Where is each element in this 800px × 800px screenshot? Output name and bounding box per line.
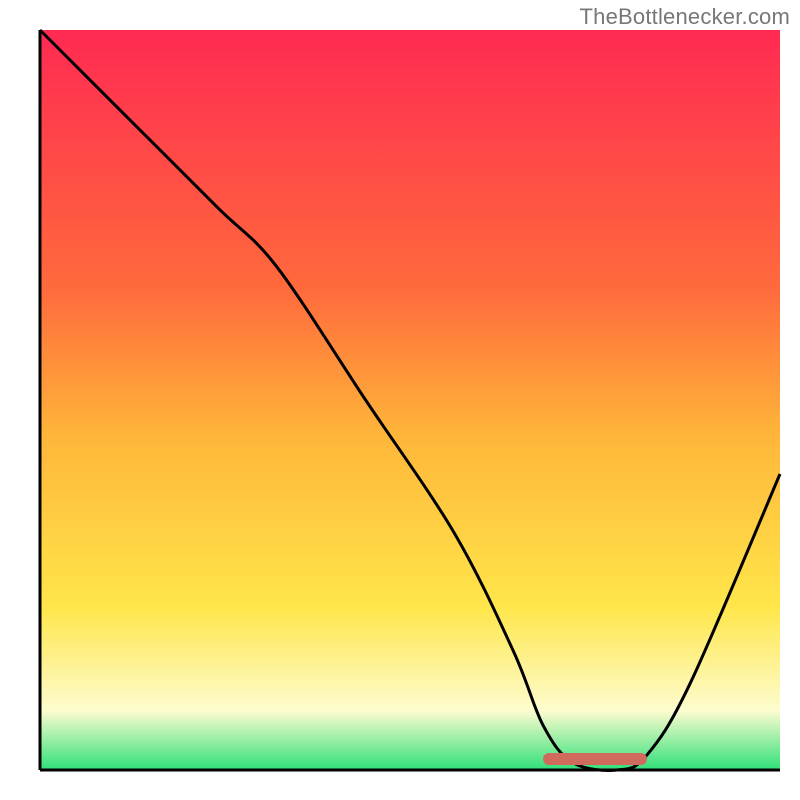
optimal-range-marker <box>543 753 647 765</box>
chart-container: TheBottlenecker.com <box>0 0 800 800</box>
bottleneck-chart <box>0 0 800 800</box>
